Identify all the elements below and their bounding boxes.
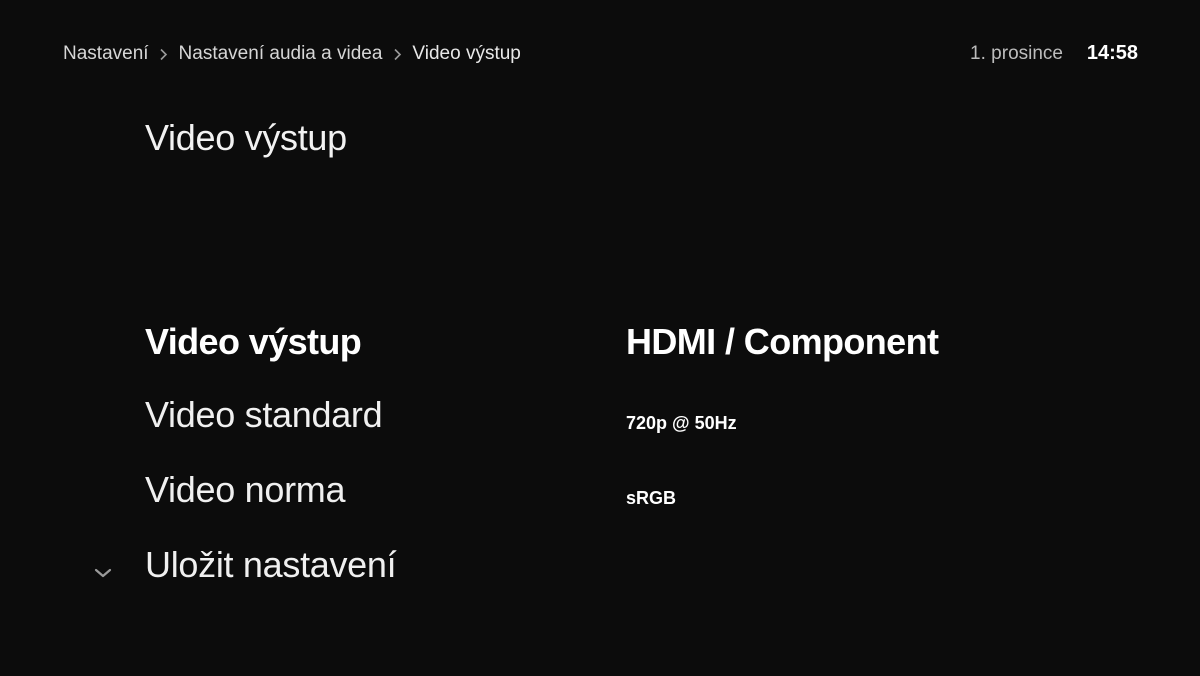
chevron-down-icon xyxy=(94,568,112,578)
setting-video-standard-value: 720p @ 50Hz xyxy=(626,413,737,433)
breadcrumb: Nastavení Nastavení audia a videa Video … xyxy=(63,42,521,66)
save-settings-button[interactable]: Uložit nastavení xyxy=(145,543,397,587)
breadcrumb-item-settings[interactable]: Nastavení xyxy=(63,43,149,65)
page-title: Video výstup xyxy=(145,117,347,158)
setting-video-output[interactable]: Video výstup xyxy=(145,320,362,364)
chevron-right-icon xyxy=(149,42,179,66)
clock: 14:58 xyxy=(1086,42,1138,64)
breadcrumb-item-video-output: Video výstup xyxy=(412,43,521,64)
date-label: 1. prosince xyxy=(970,43,1063,64)
settings-screen: Nastavení Nastavení audia a videa Video … xyxy=(0,0,1200,676)
chevron-right-icon xyxy=(382,42,412,66)
setting-video-norm-value: sRGB xyxy=(626,488,677,508)
setting-video-norm[interactable]: Video norma xyxy=(145,468,345,512)
setting-video-standard[interactable]: Video standard xyxy=(145,393,383,437)
breadcrumb-item-audio-video[interactable]: Nastavení audia a videa xyxy=(179,43,383,65)
setting-video-output-value: HDMI / Component xyxy=(626,321,939,362)
